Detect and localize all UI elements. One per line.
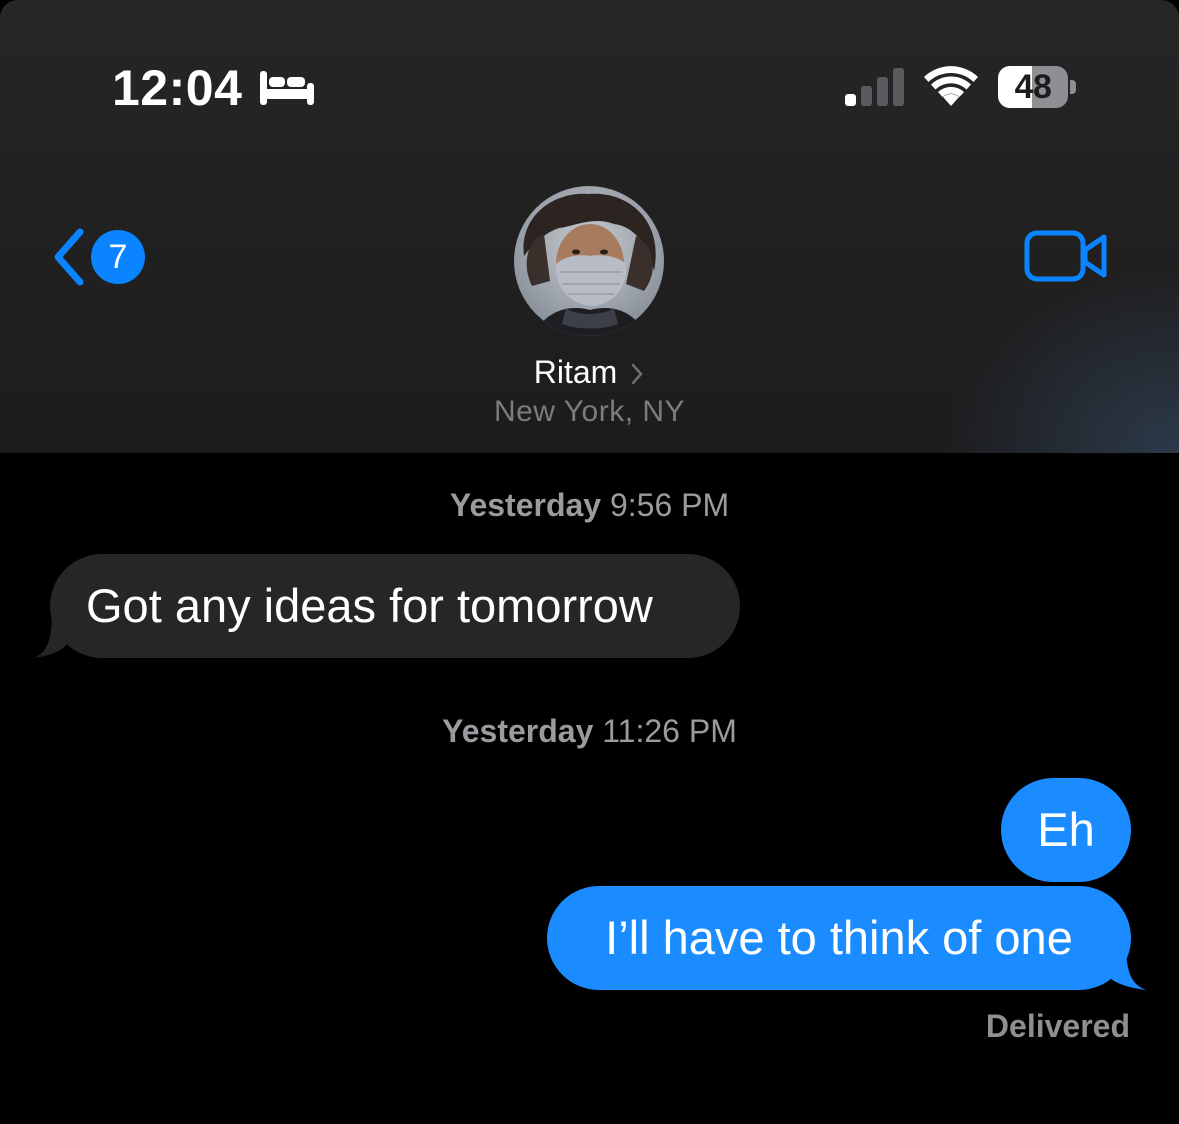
timestamp-time: 9:56 PM [609, 487, 730, 523]
contact-name-wrap: Ritam [534, 350, 646, 394]
message-text: Eh [1037, 803, 1095, 856]
message-timestamp: Yesterday 9:56 PM [0, 485, 1179, 525]
chevron-right-icon [632, 363, 643, 385]
battery-level: 48 [1014, 68, 1052, 106]
timestamp-day: Yesterday [449, 487, 602, 523]
message-timestamp: Yesterday 11:26 PM [0, 711, 1179, 751]
contact-photo [514, 186, 664, 336]
video-camera-icon[interactable] [1024, 228, 1108, 284]
cellular-signal-icon [845, 68, 904, 106]
wifi-icon [924, 66, 978, 106]
bed-icon [260, 71, 314, 105]
incoming-message-bubble[interactable]: Got any ideas for tomorrow [50, 554, 740, 658]
battery-indicator: 48 [998, 66, 1076, 108]
message-text: Got any ideas for tomorrow [86, 579, 653, 632]
chevron-left-icon [54, 228, 84, 286]
outgoing-message-bubble[interactable]: I’ll have to think of one [547, 886, 1131, 990]
contact-avatar[interactable] [514, 186, 664, 336]
contact-location: New York, NY [493, 395, 686, 428]
messages-screen: 12:04 48 7 Ritam New York, NY Yesterday … [0, 0, 1179, 1124]
message-text: I’ll have to think of one [605, 911, 1073, 964]
timestamp-time: 11:26 PM [602, 713, 737, 749]
timestamp-day: Yesterday [442, 713, 594, 749]
battery-cap [1070, 80, 1076, 94]
contact-name-button[interactable]: Ritam [0, 350, 1179, 394]
battery-body: 48 [998, 66, 1068, 108]
contact-name: Ritam [533, 354, 618, 390]
back-button[interactable]: 7 [40, 222, 150, 292]
outgoing-message-bubble[interactable]: Eh [1001, 778, 1131, 882]
delivery-status: Delivered [985, 1008, 1130, 1044]
status-time: 12:04 [112, 60, 243, 116]
unread-count-badge: 7 [91, 230, 145, 284]
conversation-header: 12:04 48 7 Ritam New York, NY [0, 0, 1179, 453]
